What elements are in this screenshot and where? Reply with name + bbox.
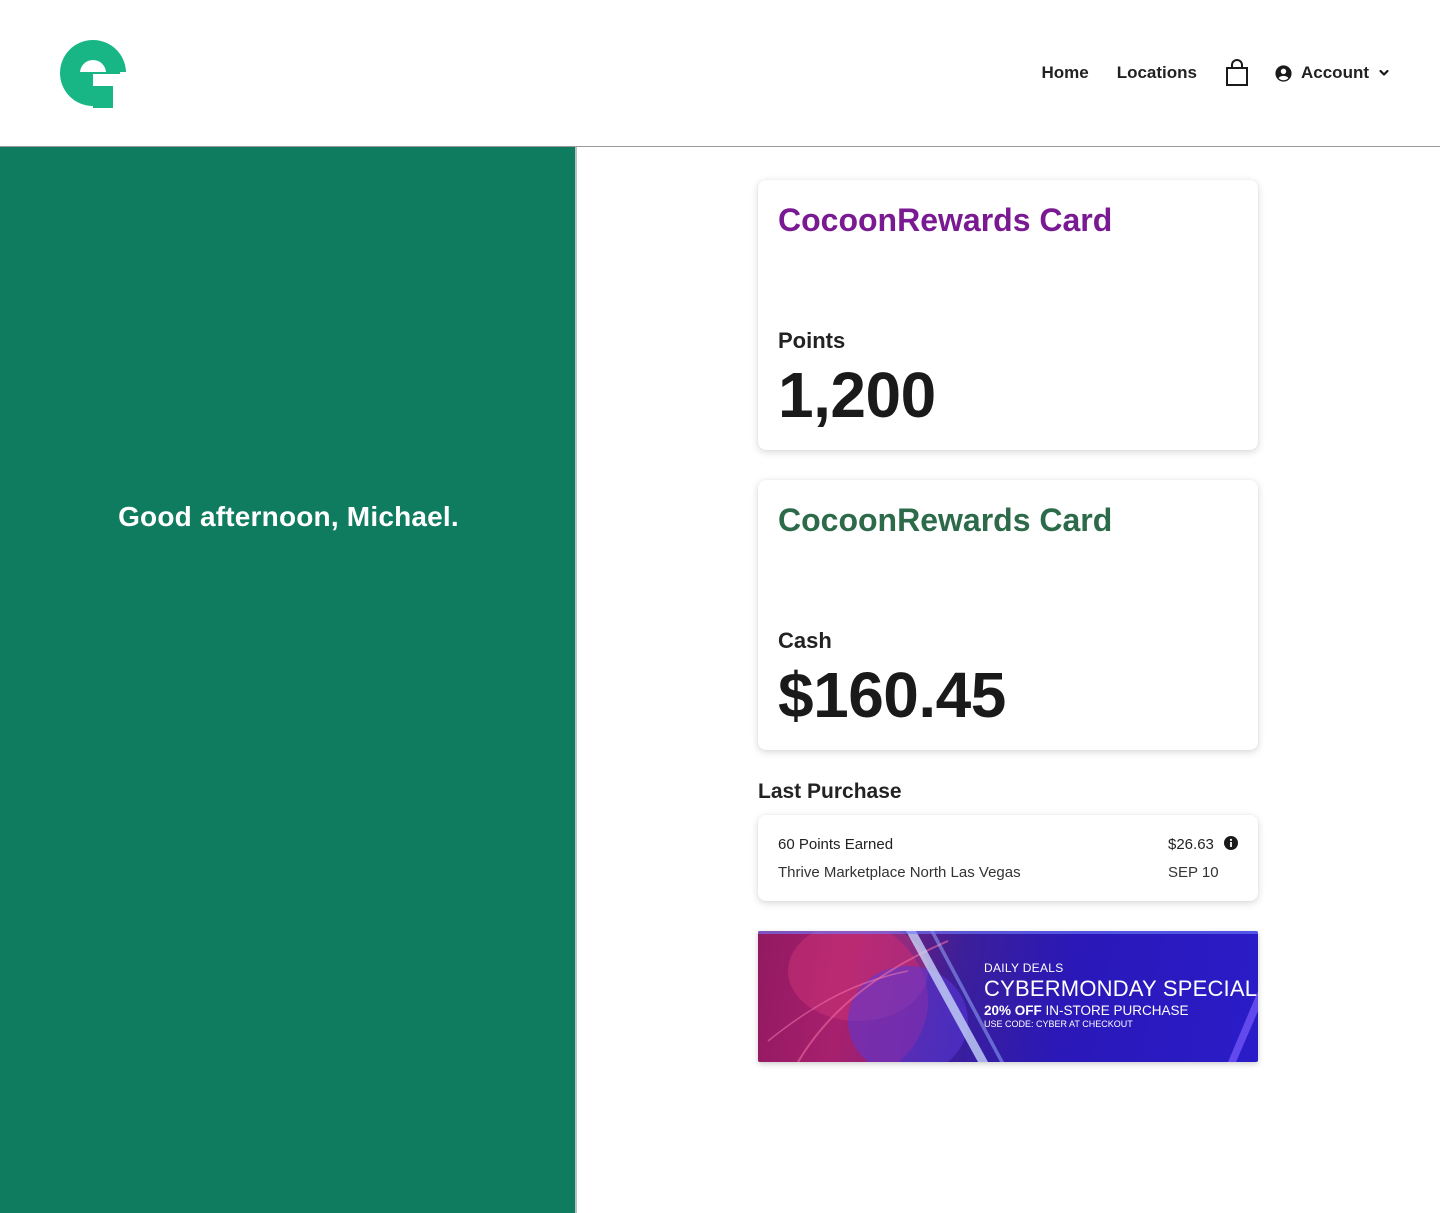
user-circle-icon [1275, 64, 1292, 82]
promo-offer-rest: IN-STORE PURCHASE [1041, 1003, 1189, 1018]
cash-card[interactable]: CocoonRewards Card Cash $160.45 [758, 480, 1258, 750]
cash-label: Cash [778, 628, 832, 653]
chevron-down-icon[interactable] [1378, 67, 1390, 79]
last-purchase-heading: Last Purchase [758, 780, 902, 803]
top-header: Home Locations Account [0, 0, 1440, 147]
nav-locations-link[interactable]: Locations [1117, 63, 1197, 83]
last-purchase-card[interactable]: 60 Points Earned Thrive Marketplace Nort… [758, 815, 1258, 901]
info-icon[interactable] [1224, 836, 1238, 850]
purchase-store: Thrive Marketplace North Las Vegas [778, 864, 1021, 881]
promo-banner[interactable]: DAILY DEALS CYBERMONDAY SPECIAL 20% OFF … [758, 931, 1258, 1062]
cash-value: $160.45 [778, 659, 1006, 731]
promo-headline: CYBERMONDAY SPECIAL [984, 976, 1258, 1001]
promo-eyebrow: DAILY DEALS [984, 961, 1064, 975]
greeting-panel: Good afternoon, Michael. [0, 147, 577, 1213]
purchase-date: SEP 10 [1168, 864, 1219, 881]
account-menu[interactable]: Account [1275, 63, 1390, 83]
promo-offer: 20% OFF IN-STORE PURCHASE [984, 1003, 1257, 1018]
account-label[interactable]: Account [1301, 63, 1369, 83]
promo-code: USE CODE: CYBER AT CHECKOUT [984, 1019, 1133, 1029]
promo-banner-text: DAILY DEALS CYBERMONDAY SPECIAL 20% OFF … [984, 961, 1257, 1029]
points-label: Points [778, 328, 846, 353]
shopping-bag-icon [1226, 59, 1248, 86]
purchase-amount: $26.63 [1168, 836, 1214, 853]
main-nav: Home Locations Account [1041, 58, 1390, 88]
brand-logo-icon[interactable] [58, 38, 128, 108]
points-card-title: CocoonRewards Card [778, 202, 1113, 238]
points-card[interactable]: CocoonRewards Card Points 1,200 [758, 180, 1258, 450]
cart-button[interactable] [1225, 59, 1249, 87]
greeting-text: Good afternoon, Michael. [118, 501, 459, 532]
points-value: 1,200 [778, 359, 936, 431]
nav-home-link[interactable]: Home [1041, 63, 1088, 83]
cash-card-title: CocoonRewards Card [778, 502, 1113, 538]
points-earned: 60 Points Earned [778, 836, 894, 853]
promo-offer-bold: 20% OFF [984, 1003, 1042, 1018]
